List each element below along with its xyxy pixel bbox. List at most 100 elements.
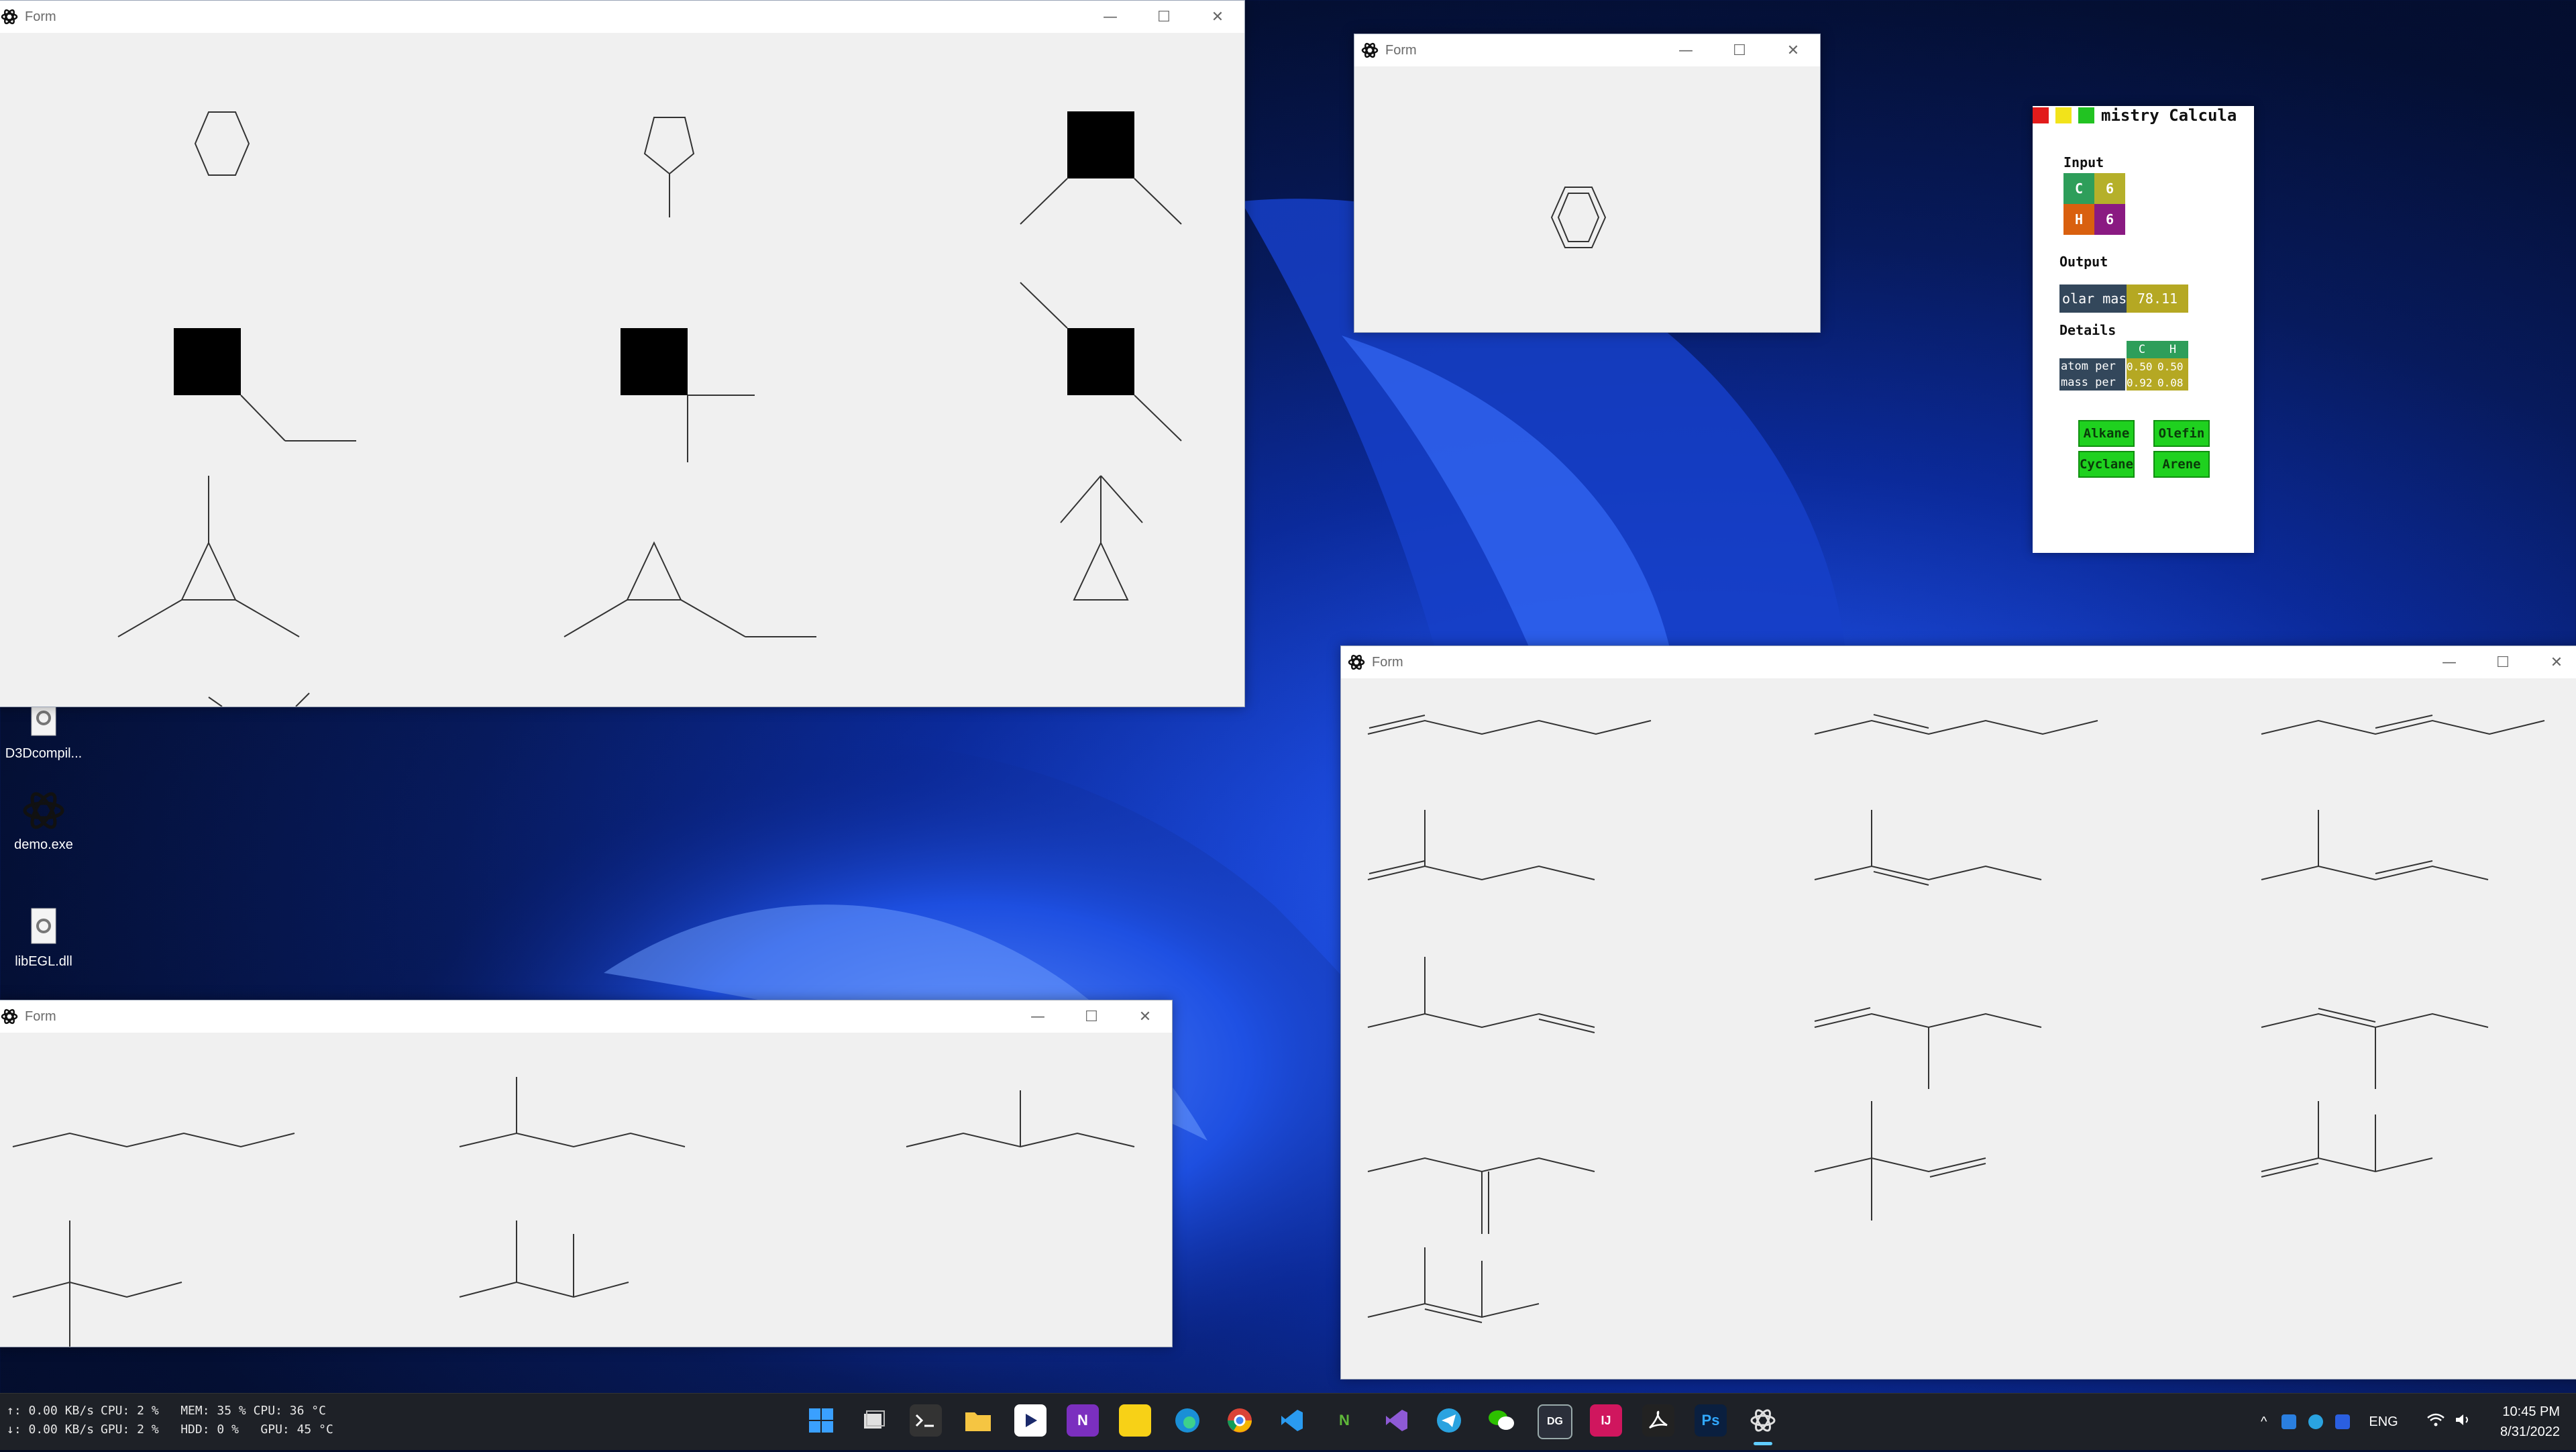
- close-button[interactable]: ✕: [1191, 1, 1244, 33]
- alkane-button[interactable]: Alkane: [2078, 420, 2135, 447]
- atom-icon: [22, 789, 65, 832]
- molecule-canvas: [1354, 66, 1820, 332]
- chemistry-calculator-window[interactable]: mistry Calcula Input C 6 H 6 Output olar…: [2033, 106, 2254, 553]
- dg-icon[interactable]: DG: [1538, 1404, 1572, 1439]
- mass-percent-h: 0.08: [2157, 374, 2188, 391]
- output-label: Output: [2059, 254, 2108, 270]
- cyclane-button[interactable]: Cyclane: [2078, 451, 2135, 478]
- neovim-icon[interactable]: N: [1328, 1404, 1360, 1437]
- close-button[interactable]: ✕: [1766, 34, 1820, 66]
- form-window-alkanes[interactable]: Form — ☐ ✕: [0, 1000, 1173, 1347]
- atom-percent-key: atom per: [2059, 358, 2125, 374]
- network-stats: ↑: 0.00 KB/s ↓: 0.00 KB/s: [7, 1404, 95, 1437]
- desktop-icon-demo-exe[interactable]: demo.exe: [0, 789, 87, 853]
- demo-app-atom-icon[interactable]: [1747, 1404, 1779, 1437]
- task-view-icon[interactable]: [857, 1404, 890, 1437]
- minimize-button[interactable]: —: [1659, 34, 1713, 66]
- window-titlebar[interactable]: Form — ☐ ✕: [0, 1, 1244, 33]
- input-element-tile[interactable]: H: [2063, 204, 2094, 235]
- molar-mass-value: 78.11: [2127, 284, 2188, 313]
- media-player-icon[interactable]: [1014, 1404, 1046, 1437]
- details-header-h: H: [2157, 341, 2188, 358]
- file-explorer-icon[interactable]: [962, 1404, 994, 1437]
- window-title: Form: [1372, 654, 1403, 670]
- clock-date: 8/31/2022: [2500, 1424, 2560, 1439]
- input-element-tile[interactable]: C: [2063, 173, 2094, 204]
- desktop-icon-label: demo.exe: [14, 837, 73, 852]
- form-window-cycloalkanes[interactable]: Form — ☐ ✕: [0, 0, 1245, 707]
- details-label: Details: [2059, 322, 2116, 338]
- atom-icon: [1, 1008, 18, 1025]
- vscode-icon[interactable]: [1276, 1404, 1308, 1437]
- close-dot-icon[interactable]: [2033, 107, 2049, 123]
- calculator-title: mistry Calcula: [2101, 106, 2237, 125]
- taskbar: ↑: 0.00 KB/s ↓: 0.00 KB/s CPU: 2 % MEM: …: [0, 1393, 2576, 1450]
- window-title: Form: [25, 1008, 56, 1024]
- chrome-icon[interactable]: [1224, 1404, 1256, 1437]
- wechat-icon[interactable]: [1485, 1404, 1517, 1437]
- bluetooth-icon[interactable]: [2335, 1414, 2351, 1429]
- desktop-icon-label: D3Dcompil...: [5, 746, 83, 761]
- olefin-button[interactable]: Olefin: [2153, 420, 2210, 447]
- language-indicator[interactable]: ENG: [2369, 1414, 2398, 1430]
- window-titlebar[interactable]: Form — ☐ ✕: [1341, 646, 2576, 678]
- form-window-olefins[interactable]: Form — ☐ ✕: [1340, 645, 2576, 1380]
- atom-percent-c: 0.50: [2127, 358, 2157, 374]
- telegram-icon[interactable]: [1433, 1404, 1465, 1437]
- minimize-button[interactable]: —: [2422, 646, 2476, 678]
- intellij-icon[interactable]: IJ: [1590, 1404, 1622, 1437]
- volume-icon[interactable]: [2455, 1412, 2472, 1431]
- wifi-icon[interactable]: [2426, 1412, 2445, 1431]
- maximize-button[interactable]: ☐: [1065, 1000, 1118, 1033]
- sticky-notes-icon[interactable]: [1119, 1404, 1151, 1437]
- atom-icon: [1361, 42, 1379, 58]
- maximize-button[interactable]: ☐: [2476, 646, 2530, 678]
- system-tray: ^ ENG: [2261, 1394, 2472, 1450]
- window-titlebar[interactable]: Form — ☐ ✕: [1354, 34, 1820, 66]
- molar-mass-key: olar mas: [2059, 284, 2127, 313]
- desktop-icon-libegl[interactable]: libEGL.dll: [0, 906, 87, 970]
- minimize-dot-icon[interactable]: [2055, 107, 2072, 123]
- photoshop-icon[interactable]: Ps: [1695, 1404, 1727, 1437]
- tray-app-icon[interactable]: [2282, 1414, 2297, 1429]
- taskbar-clock[interactable]: 10:45 PM 8/31/2022: [2500, 1402, 2560, 1442]
- arene-button[interactable]: Arene: [2153, 451, 2210, 478]
- windows-start-icon[interactable]: [805, 1404, 837, 1437]
- onenote-icon[interactable]: N: [1067, 1404, 1099, 1437]
- desktop-icon-d3dcompiler[interactable]: D3Dcompil...: [0, 698, 87, 762]
- close-button[interactable]: ✕: [1118, 1000, 1172, 1033]
- desktop-icon-label: libEGL.dll: [15, 954, 72, 969]
- molecule-structure: [117, 111, 1182, 707]
- input-count-tile[interactable]: 6: [2094, 204, 2125, 235]
- visual-studio-icon[interactable]: [1381, 1404, 1413, 1437]
- terminal-icon[interactable]: [910, 1404, 942, 1437]
- input-count-tile[interactable]: 6: [2094, 173, 2125, 204]
- molecule-structure: [1550, 187, 1607, 248]
- acrobat-icon[interactable]: [1642, 1404, 1674, 1437]
- dll-gear-icon: [22, 906, 65, 949]
- details-header-c: C: [2127, 341, 2157, 358]
- system-stats: CPU: 2 % MEM: 35 % CPU: 36 °C GPU: 2 % H…: [101, 1404, 333, 1437]
- minimize-button[interactable]: —: [1011, 1000, 1065, 1033]
- maximize-dot-icon[interactable]: [2078, 107, 2094, 123]
- telegram-tray-icon[interactable]: [2308, 1414, 2324, 1429]
- maximize-button[interactable]: ☐: [1137, 1, 1191, 33]
- window-titlebar[interactable]: Form — ☐ ✕: [0, 1000, 1172, 1033]
- mass-percent-c: 0.92: [2127, 374, 2157, 391]
- form-window-benzene[interactable]: Form — ☐ ✕: [1354, 34, 1821, 333]
- calculator-titlebar[interactable]: mistry Calcula: [2033, 106, 2254, 127]
- maximize-button[interactable]: ☐: [1713, 34, 1766, 66]
- molecule-structure: [12, 1077, 1135, 1347]
- edge-icon[interactable]: [1171, 1404, 1203, 1437]
- atom-percent-h: 0.50: [2157, 358, 2188, 374]
- molecule-canvas: [0, 1033, 1172, 1347]
- window-title: Form: [1385, 42, 1417, 58]
- chevron-up-icon[interactable]: ^: [2261, 1414, 2267, 1430]
- molecule-canvas: [1341, 678, 2576, 1379]
- minimize-button[interactable]: —: [1083, 1, 1137, 33]
- clock-time: 10:45 PM: [2502, 1404, 2560, 1419]
- close-button[interactable]: ✕: [2530, 646, 2576, 678]
- atom-icon: [1348, 654, 1365, 670]
- molecule-canvas: [0, 33, 1244, 707]
- window-title: Form: [25, 9, 56, 24]
